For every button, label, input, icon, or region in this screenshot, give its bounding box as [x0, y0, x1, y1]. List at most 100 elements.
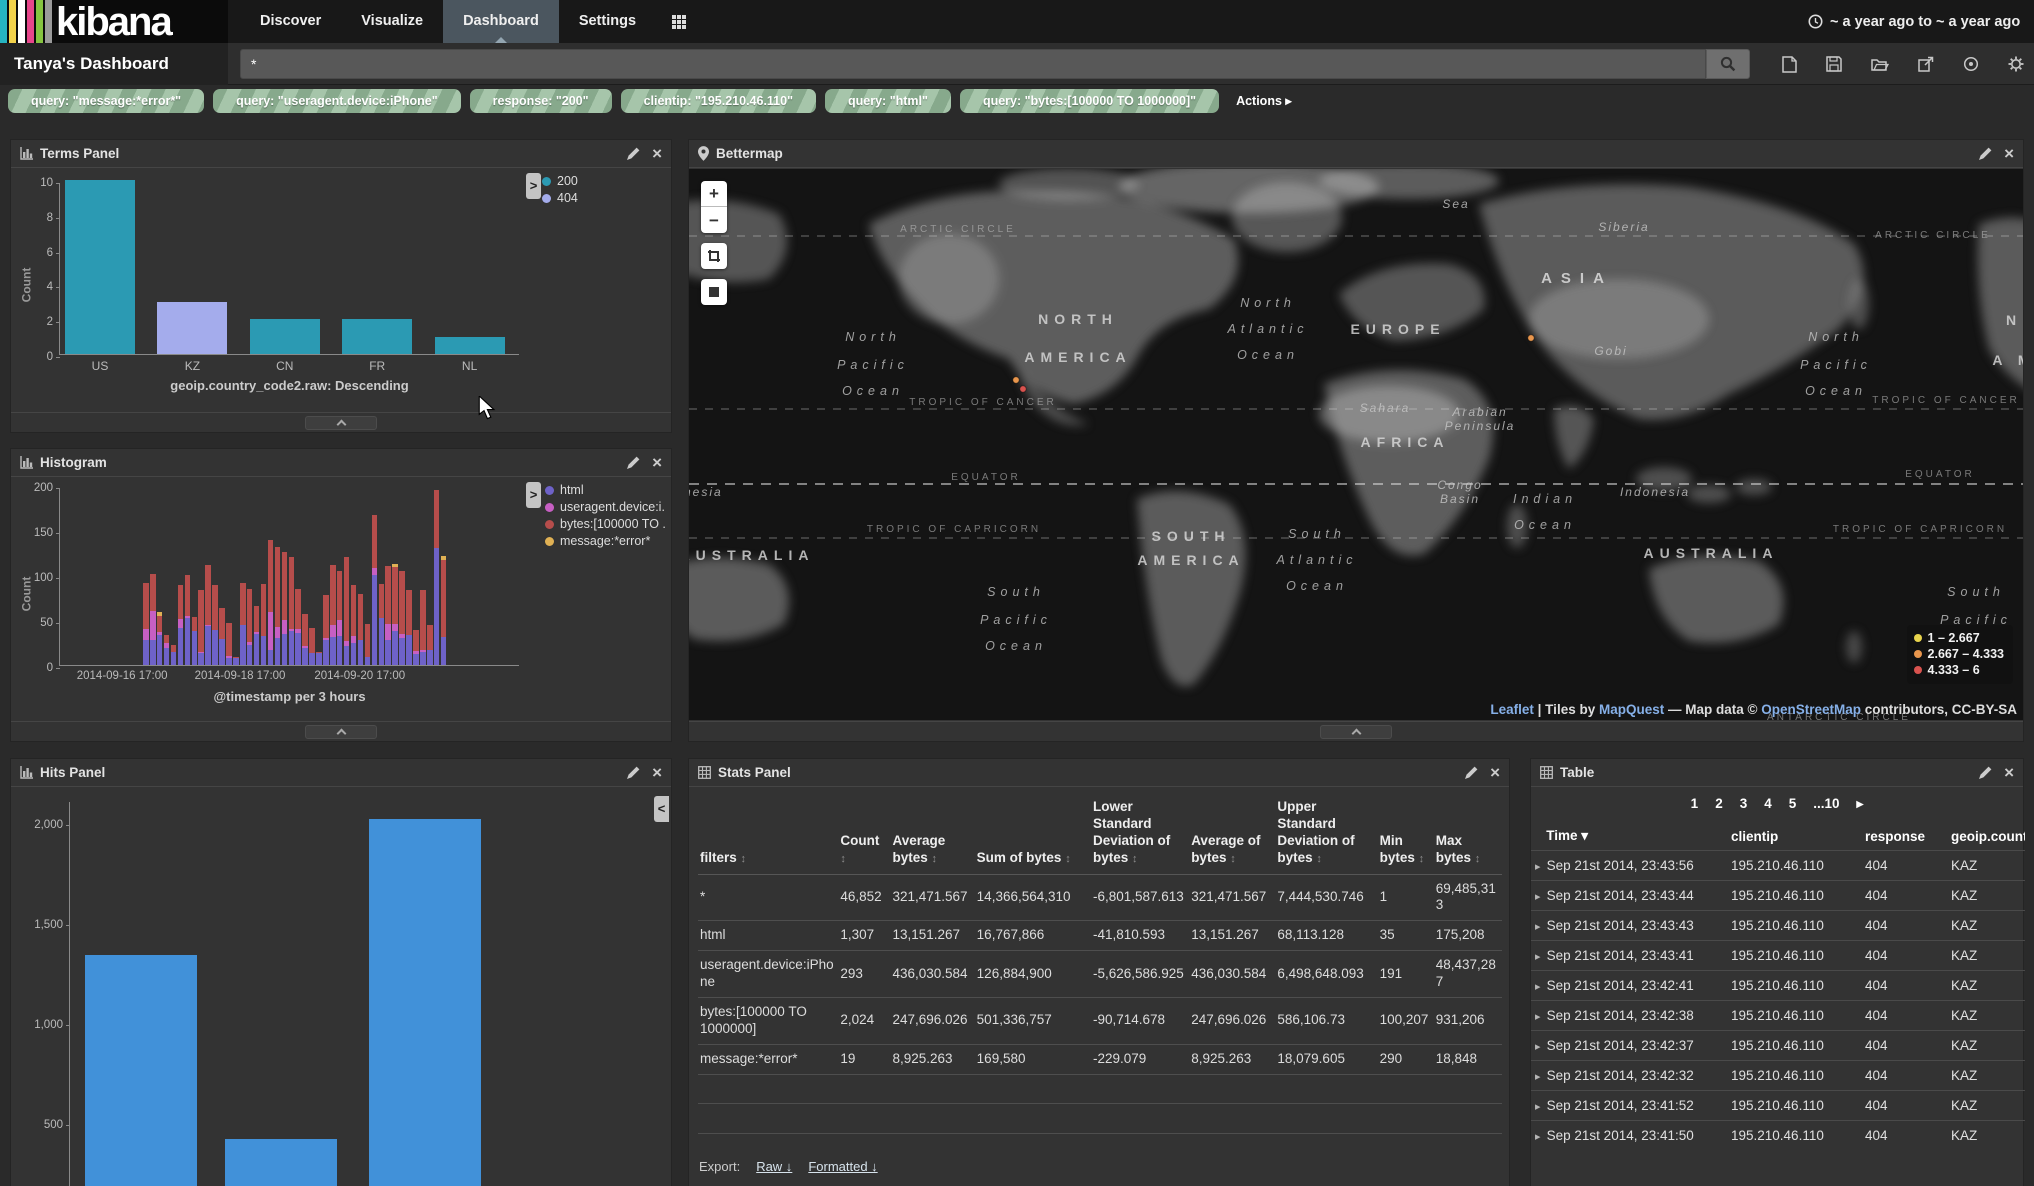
histogram-bar-segment[interactable]	[344, 641, 350, 646]
terms-chart[interactable]: 0246810USKZCNFRNLgeoip.country_code2.raw…	[59, 183, 519, 355]
hits-bar-0[interactable]	[85, 955, 197, 1186]
histogram-bar-segment[interactable]	[330, 637, 336, 665]
close-panel-icon[interactable]: ×	[652, 765, 662, 781]
histogram-bar-segment[interactable]	[171, 645, 177, 651]
histogram-bar-segment[interactable]	[164, 648, 170, 665]
edit-panel-icon[interactable]	[626, 766, 640, 780]
histogram-bar-segment[interactable]	[351, 636, 357, 642]
histogram-bar-segment[interactable]	[295, 633, 301, 665]
close-panel-icon[interactable]: ×	[2004, 765, 2014, 781]
sort-icon[interactable]: ↕	[840, 853, 846, 865]
histogram-bar-segment[interactable]	[302, 614, 308, 646]
page-next-button[interactable]: ▸	[1857, 796, 1864, 812]
row-expander-icon[interactable]: ▸	[1535, 981, 1547, 993]
histogram-bar-segment[interactable]	[178, 585, 184, 619]
table-row-5[interactable]: ▸ Sep 21st 2014, 23:42:38195.210.46.1104…	[1531, 1001, 2025, 1031]
row-expander-icon[interactable]: ▸	[1535, 951, 1547, 963]
table-column-header-3[interactable]: geoip.country.	[1947, 822, 2025, 851]
histogram-bar-segment[interactable]	[392, 631, 398, 665]
histogram-bar-segment[interactable]	[316, 652, 322, 654]
table-column-header-0[interactable]: Time ▾	[1531, 822, 1727, 851]
home-route-icon[interactable]	[1963, 56, 1979, 72]
attribution-link[interactable]: OpenStreetMap	[1761, 702, 1861, 717]
histogram-bar-segment[interactable]	[372, 575, 378, 665]
histogram-bar-segment[interactable]	[399, 571, 405, 635]
terms-bar-NL[interactable]	[435, 337, 505, 354]
histogram-legend-item-0[interactable]: html	[545, 482, 665, 499]
row-expander-icon[interactable]: ▸	[1535, 1101, 1547, 1113]
histogram-bar-segment[interactable]	[351, 643, 357, 666]
export-raw-link[interactable]: Raw ↓	[756, 1159, 792, 1174]
bettermap-collapse-button[interactable]	[1320, 725, 1392, 739]
histogram-bar-segment[interactable]	[399, 638, 405, 665]
sort-icon[interactable]: ↕	[1065, 853, 1071, 865]
histogram-bar-segment[interactable]	[372, 568, 378, 575]
stats-column-header[interactable]: Sum of bytes ↕	[975, 795, 1091, 874]
map-legend-item-2[interactable]: 4.333 – 6	[1914, 662, 2004, 678]
stats-column-header[interactable]: Max bytes ↕	[1434, 795, 1502, 874]
histogram-bar-segment[interactable]	[143, 629, 149, 640]
histogram-bar-segment[interactable]	[198, 652, 204, 654]
histogram-bar-segment[interactable]	[198, 590, 204, 651]
histogram-bar-segment[interactable]	[185, 616, 191, 619]
map-draw-rectangle-button[interactable]	[701, 243, 727, 269]
histogram-bar-segment[interactable]	[198, 653, 204, 665]
histogram-bar-segment[interactable]	[413, 630, 419, 651]
histogram-legend-item-2[interactable]: bytes:[100000 TO ...	[545, 516, 665, 533]
histogram-bar-segment[interactable]	[240, 625, 246, 666]
histogram-bar-segment[interactable]	[392, 624, 398, 631]
histogram-bar-segment[interactable]	[365, 624, 371, 657]
histogram-bar-segment[interactable]	[379, 584, 385, 618]
close-panel-icon[interactable]: ×	[652, 146, 662, 162]
sort-icon[interactable]: ↕	[1230, 853, 1236, 865]
page-link-2[interactable]: 2	[1715, 796, 1723, 812]
histogram-bar-segment[interactable]	[351, 585, 357, 636]
edit-panel-icon[interactable]	[1978, 147, 1992, 161]
histogram-chart[interactable]: 0501001502002014-09-16 17:002014-09-18 1…	[59, 488, 519, 666]
histogram-bar-segment[interactable]	[275, 547, 281, 627]
histogram-bar-segment[interactable]	[337, 620, 343, 636]
new-dashboard-icon[interactable]	[1782, 56, 1797, 73]
table-row-1[interactable]: ▸ Sep 21st 2014, 23:43:44195.210.46.1104…	[1531, 881, 2025, 911]
histogram-bar-segment[interactable]	[192, 631, 198, 665]
histogram-bar-segment[interactable]	[330, 625, 336, 638]
histogram-bar-segment[interactable]	[226, 658, 232, 665]
histogram-bar-segment[interactable]	[441, 637, 447, 665]
histogram-bar-segment[interactable]	[205, 565, 211, 625]
histogram-bar-segment[interactable]	[323, 638, 329, 640]
map-legend-item-1[interactable]: 2.667 – 4.333	[1914, 646, 2004, 662]
nav-item-dashboard[interactable]: Dashboard	[443, 0, 559, 43]
histogram-bar-segment[interactable]	[385, 566, 391, 624]
filter-pill-3[interactable]: clientip: "195.210.46.110"	[621, 89, 816, 113]
stats-column-header[interactable]: Average of bytes ↕	[1189, 795, 1275, 874]
histogram-bar-segment[interactable]	[219, 608, 225, 639]
apps-grid-icon[interactable]	[656, 0, 702, 43]
terms-legend-item-0[interactable]: 200	[542, 173, 614, 190]
stats-column-header[interactable]: Average bytes ↕	[890, 795, 974, 874]
query-input[interactable]	[240, 49, 1706, 79]
filter-pill-4[interactable]: query: "html"	[825, 89, 951, 113]
map-zoom-in-button[interactable]: +	[701, 181, 727, 207]
row-expander-icon[interactable]: ▸	[1535, 861, 1547, 873]
histogram-bar-segment[interactable]	[240, 583, 246, 624]
stats-column-header[interactable]: Lower Standard Deviation of bytes ↕	[1091, 795, 1189, 874]
histogram-bar-segment[interactable]	[295, 629, 301, 633]
page-link-1[interactable]: 1	[1691, 796, 1699, 812]
histogram-bar-segment[interactable]	[323, 640, 329, 665]
row-expander-icon[interactable]: ▸	[1535, 1011, 1547, 1023]
table-row-9[interactable]: ▸ Sep 21st 2014, 23:41:50195.210.46.1104…	[1531, 1121, 2025, 1151]
histogram-bar-segment[interactable]	[282, 552, 288, 620]
row-expander-icon[interactable]: ▸	[1535, 891, 1547, 903]
nav-item-discover[interactable]: Discover	[240, 0, 341, 43]
histogram-bar-segment[interactable]	[254, 634, 260, 666]
histogram-legend-item-3[interactable]: message:*error*	[545, 533, 665, 550]
hits-legend-collapse-button[interactable]: <	[654, 796, 669, 822]
edit-panel-icon[interactable]	[626, 456, 640, 470]
time-range-picker[interactable]: ~ a year ago to ~ a year ago	[1808, 0, 2034, 43]
histogram-bar-segment[interactable]	[150, 611, 156, 640]
histogram-bar-segment[interactable]	[268, 612, 274, 650]
histogram-panel-header[interactable]: Histogram ×	[11, 449, 671, 477]
histogram-bar-segment[interactable]	[254, 606, 260, 632]
histogram-bar-segment[interactable]	[358, 640, 364, 665]
row-expander-icon[interactable]: ▸	[1535, 1131, 1547, 1143]
